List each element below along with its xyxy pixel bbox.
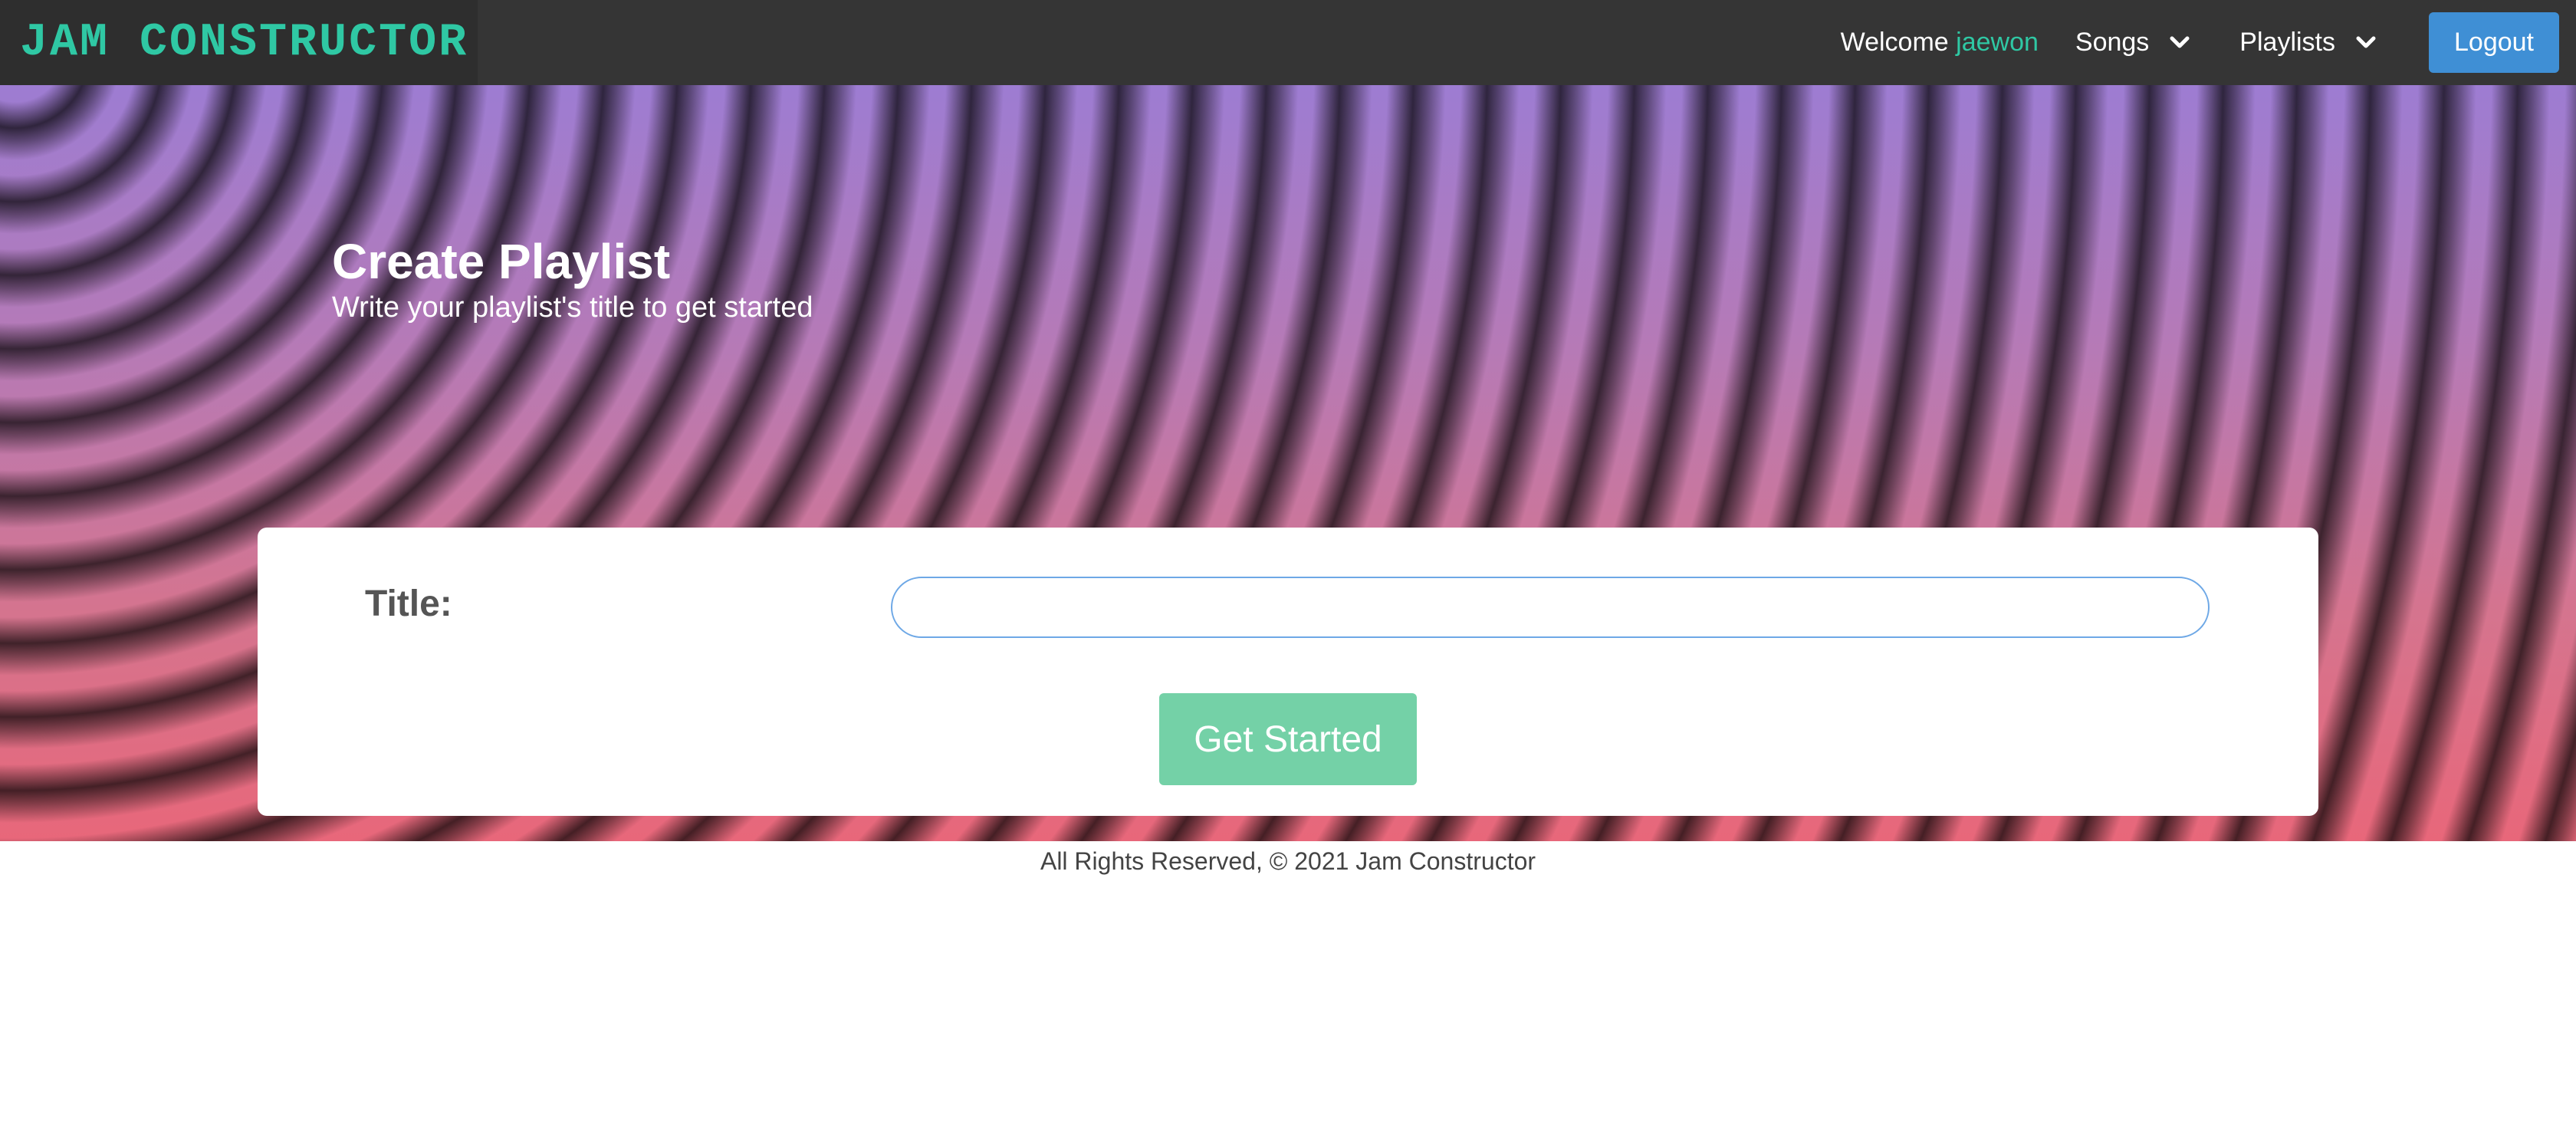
hero-text: Create Playlist Write your playlist's ti… xyxy=(332,235,813,324)
welcome-prefix: Welcome xyxy=(1840,28,1949,57)
create-playlist-form: Title: Get Started xyxy=(258,528,2318,816)
page-subtitle: Write your playlist's title to get start… xyxy=(332,291,813,324)
songs-dropdown-label: Songs xyxy=(2075,28,2150,57)
welcome-message: Welcome jaewon xyxy=(1841,28,2039,58)
navbar: JAM CONSTRUCTOR Welcome jaewon Songs Pla… xyxy=(0,0,2576,85)
songs-dropdown[interactable]: Songs xyxy=(2075,28,2196,58)
title-label: Title: xyxy=(365,584,452,624)
playlists-dropdown-label: Playlists xyxy=(2239,28,2335,57)
playlists-dropdown[interactable]: Playlists xyxy=(2239,28,2383,58)
page-title: Create Playlist xyxy=(332,234,671,289)
username: jaewon xyxy=(1956,28,2039,57)
title-input[interactable] xyxy=(891,577,2210,638)
hero-banner: Create Playlist Write your playlist's ti… xyxy=(0,85,2576,841)
footer: All Rights Reserved, © 2021 Jam Construc… xyxy=(0,841,2576,876)
chevron-down-icon xyxy=(2170,36,2190,48)
nav-right: Welcome jaewon Songs Playlists Logout xyxy=(1841,0,2576,85)
footer-copyright: All Rights Reserved, © 2021 Jam Construc… xyxy=(1040,847,1536,875)
brand-logo[interactable]: JAM CONSTRUCTOR xyxy=(0,0,478,85)
get-started-button[interactable]: Get Started xyxy=(1159,693,1417,785)
logout-button[interactable]: Logout xyxy=(2429,12,2559,73)
chevron-down-icon xyxy=(2356,36,2376,48)
